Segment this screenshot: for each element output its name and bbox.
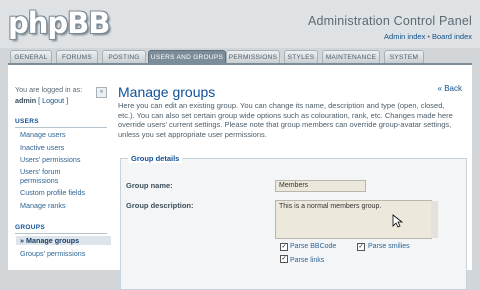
parse-bbcode-label: Parse BBCode xyxy=(290,243,337,250)
text-cursor-icon xyxy=(392,214,404,228)
sidebar-item-custom-profile-fields[interactable]: Custom profile fields xyxy=(20,188,85,197)
username: admin xyxy=(15,96,37,105)
groups-section-heading: GROUPS xyxy=(15,224,45,231)
phpbb-logo[interactable]: phpBB xyxy=(8,6,110,40)
logout-link[interactable]: [ Logout ] xyxy=(38,96,68,105)
admin-index-link[interactable]: Admin index xyxy=(384,32,425,41)
tab-forums[interactable]: FORUMS xyxy=(56,50,98,64)
main-content: Manage groups « Back Here you can edit a… xyxy=(110,74,472,290)
board-index-link[interactable]: Board index xyxy=(432,32,472,41)
sidebar-item-groups-permissions[interactable]: Groups' permissions xyxy=(20,249,85,258)
tab-users-and-groups[interactable]: USERS AND GROUPS xyxy=(148,50,226,64)
header: phpBB Administration Control Panel Admin… xyxy=(0,0,480,48)
tab-maintenance[interactable]: MAINTENANCE xyxy=(322,50,380,64)
logged-in-user: admin [ Logout ] xyxy=(15,96,68,105)
group-description-label: Group description: xyxy=(126,201,194,210)
group-name-input[interactable]: Members xyxy=(275,180,366,192)
sidebar-item-manage-users[interactable]: Manage users xyxy=(20,130,66,139)
sidebar-item-users-permissions[interactable]: Users' permissions xyxy=(20,155,80,164)
page-title: Manage groups xyxy=(118,84,216,100)
section-divider xyxy=(15,233,107,234)
parse-smilies-checkbox[interactable]: ✓ xyxy=(357,243,365,251)
link-separator: • xyxy=(427,32,430,41)
tab-general[interactable]: GENERAL xyxy=(10,50,52,64)
header-links: Admin index • Board index xyxy=(384,32,472,41)
tab-styles[interactable]: STYLES xyxy=(284,50,318,64)
section-divider xyxy=(15,127,107,128)
sidebar-item-inactive-users[interactable]: Inactive users xyxy=(20,143,64,152)
back-link[interactable]: « Back xyxy=(438,84,462,93)
textarea-scrollbar[interactable] xyxy=(431,201,438,238)
logged-in-label: You are logged in as: xyxy=(15,85,83,94)
parse-smilies-label: Parse smilies xyxy=(368,243,410,250)
parse-links-checkbox[interactable]: ✓ xyxy=(280,255,288,263)
sidebar-item-manage-groups[interactable]: » Manage groups xyxy=(16,236,111,245)
sidebar-item-users-forum-permissions[interactable]: Users' forum permissions xyxy=(20,167,100,185)
sidebar-item-manage-ranks[interactable]: Manage ranks xyxy=(20,201,66,210)
acp-title: Administration Control Panel xyxy=(307,14,472,28)
tab-permissions[interactable]: PERMISSIONS xyxy=(226,50,280,64)
collapse-sidebar-icon[interactable]: « xyxy=(96,87,107,98)
sidebar: You are logged in as: « admin [ Logout ]… xyxy=(8,74,111,270)
group-description-textarea[interactable]: This is a normal members group. xyxy=(275,200,432,239)
parse-links-label: Parse links xyxy=(290,257,325,264)
group-name-label: Group name: xyxy=(126,181,173,190)
tab-system[interactable]: SYSTEM xyxy=(384,50,424,64)
parse-bbcode-checkbox[interactable]: ✓ xyxy=(280,243,288,251)
tab-posting[interactable]: POSTING xyxy=(102,50,146,64)
users-section-heading: USERS xyxy=(15,118,39,125)
group-details-legend: Group details xyxy=(128,154,183,163)
page-description: Here you can edit an existing group. You… xyxy=(118,101,453,139)
